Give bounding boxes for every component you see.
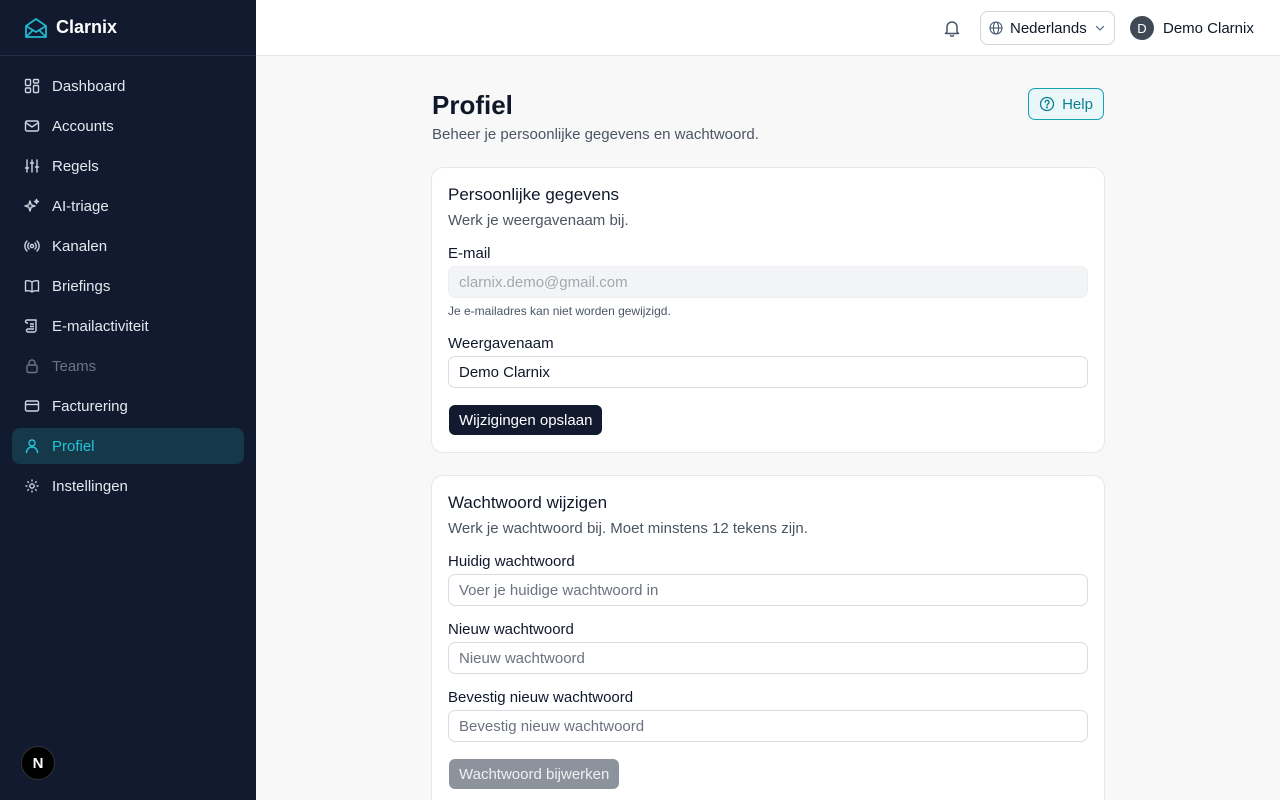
sidebar-item-teams[interactable]: Teams — [12, 348, 244, 384]
sidebar-item-ai-triage[interactable]: AI-triage — [12, 188, 244, 224]
display-name-label: Weergavenaam — [448, 335, 554, 352]
gear-icon — [24, 478, 40, 494]
personal-info-card: Persoonlijke gegevens Werk je weergavena… — [431, 167, 1105, 453]
change-password-card: Wachtwoord wijzigen Werk je wachtwoord b… — [431, 475, 1105, 800]
current-password-field[interactable] — [448, 574, 1088, 606]
update-password-button[interactable]: Wachtwoord bijwerken — [449, 759, 620, 789]
sidebar-item-regels[interactable]: Regels — [12, 148, 244, 184]
help-button[interactable]: Help — [1028, 88, 1104, 120]
save-changes-button[interactable]: Wijzigingen opslaan — [449, 405, 603, 435]
globe-icon — [989, 21, 1003, 35]
bell-icon[interactable] — [942, 18, 962, 38]
sidebar-item-accounts[interactable]: Accounts — [12, 108, 244, 144]
sidebar-item-label: Regels — [52, 157, 99, 175]
email-field — [448, 266, 1088, 298]
user-menu[interactable]: D Demo Clarnix — [1130, 16, 1254, 40]
user-icon — [24, 438, 40, 454]
sidebar-item-label: Teams — [52, 357, 97, 375]
help-label: Help — [1062, 95, 1093, 113]
dev-badge[interactable]: N — [21, 746, 55, 780]
sliders-icon — [24, 158, 40, 174]
scroll-icon — [24, 318, 40, 334]
brand[interactable]: Clarnix — [0, 0, 256, 56]
sidebar-item-kanalen[interactable]: Kanalen — [12, 228, 244, 264]
user-name: Demo Clarnix — [1163, 19, 1254, 37]
confirm-password-field[interactable] — [448, 710, 1088, 742]
chevron-down-icon — [1094, 22, 1106, 34]
brand-name: Clarnix — [56, 17, 118, 37]
language-select[interactable]: Nederlands — [980, 11, 1115, 45]
book-icon — [24, 278, 40, 294]
sidebar-item-label: Briefings — [52, 277, 111, 295]
sidebar-item-label: Kanalen — [52, 237, 108, 255]
help-circle-icon — [1039, 96, 1055, 112]
new-password-field[interactable] — [448, 642, 1088, 674]
topbar: Nederlands D Demo Clarnix — [256, 0, 1280, 56]
sidebar-item-label: Instellingen — [52, 477, 128, 495]
lock-icon — [24, 358, 40, 374]
personal-info-subtitle: Werk je weergavenaam bij. — [448, 212, 629, 229]
sidebar-item-briefings[interactable]: Briefings — [12, 268, 244, 304]
dashboard-icon — [24, 78, 40, 94]
sidebar-item-instellingen[interactable]: Instellingen — [12, 468, 244, 504]
sidebar: Clarnix Dashboard Accounts Regels AI-tri… — [0, 0, 256, 800]
avatar: D — [1130, 16, 1154, 40]
language-label: Nederlands — [1010, 19, 1087, 37]
sidebar-item-facturering[interactable]: Facturering — [12, 388, 244, 424]
sidebar-item-dashboard[interactable]: Dashboard — [12, 68, 244, 104]
sparkles-icon — [24, 198, 40, 214]
sidebar-item-label: AI-triage — [52, 197, 109, 215]
new-password-label: Nieuw wachtwoord — [448, 621, 574, 638]
radio-icon — [24, 238, 40, 254]
sidebar-nav: Dashboard Accounts Regels AI-triage Kana… — [0, 56, 256, 504]
page-subtitle: Beheer je persoonlijke gegevens en wacht… — [432, 126, 759, 143]
sidebar-item-label: Accounts — [52, 117, 114, 135]
mail-icon — [24, 118, 40, 134]
sidebar-item-label: Profiel — [52, 437, 95, 455]
sidebar-item-label: E-mailactiviteit — [52, 317, 149, 335]
email-label: E-mail — [448, 245, 491, 262]
sidebar-item-e-mailactiviteit[interactable]: E-mailactiviteit — [12, 308, 244, 344]
sidebar-item-profiel[interactable]: Profiel — [12, 428, 244, 464]
email-hint: Je e-mailadres kan niet worden gewijzigd… — [448, 304, 671, 318]
page-title: Profiel — [432, 90, 513, 120]
change-password-subtitle: Werk je wachtwoord bij. Moet minstens 12… — [448, 520, 808, 537]
current-password-label: Huidig wachtwoord — [448, 553, 575, 570]
personal-info-title: Persoonlijke gegevens — [448, 185, 620, 204]
credit-card-icon — [24, 398, 40, 414]
change-password-title: Wachtwoord wijzigen — [448, 493, 608, 512]
mail-open-icon — [24, 16, 48, 40]
sidebar-item-label: Facturering — [52, 397, 128, 415]
confirm-password-label: Bevestig nieuw wachtwoord — [448, 689, 634, 706]
display-name-field[interactable] — [448, 356, 1088, 388]
sidebar-item-label: Dashboard — [52, 77, 126, 95]
